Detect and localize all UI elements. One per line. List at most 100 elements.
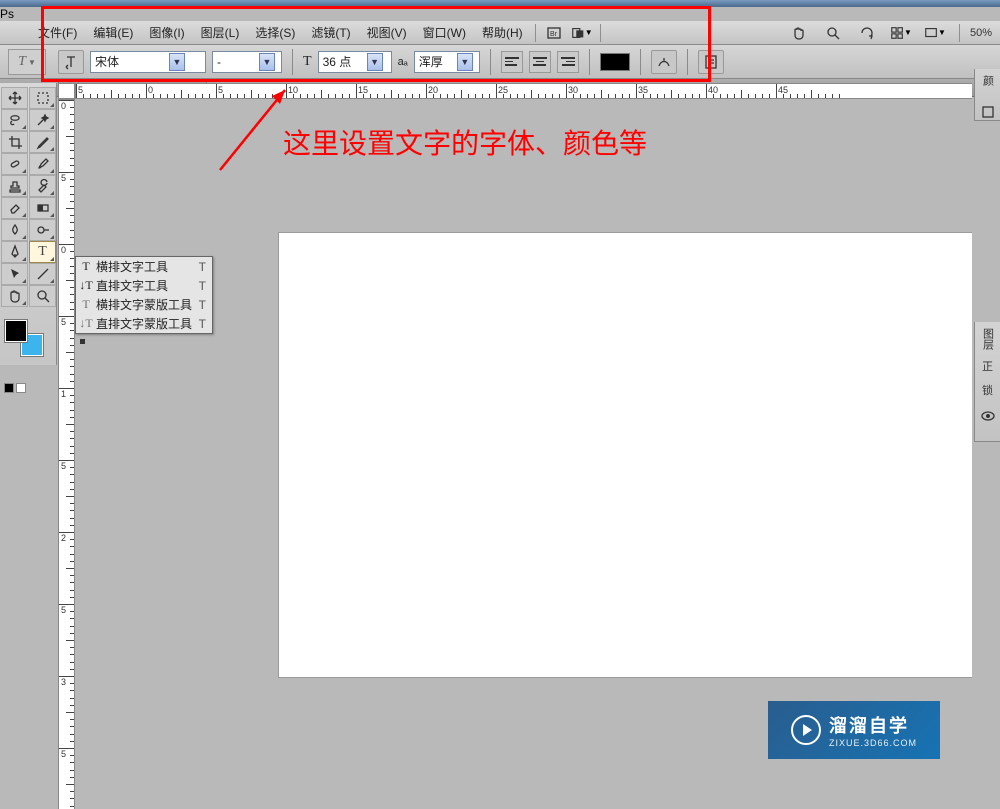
flyout-label: 横排文字工具 bbox=[96, 258, 168, 275]
move-tool[interactable] bbox=[1, 87, 28, 109]
dodge-tool[interactable] bbox=[29, 219, 56, 241]
gradient-tool[interactable] bbox=[29, 197, 56, 219]
separator bbox=[535, 24, 536, 42]
flyout-vertical-type[interactable]: ↓T直排文字工具 T bbox=[76, 276, 212, 295]
separator bbox=[640, 49, 641, 75]
menu-edit[interactable]: 编辑(E) bbox=[85, 23, 141, 43]
flyout-label: 直排文字蒙版工具 bbox=[96, 315, 192, 332]
text-orientation-toggle[interactable] bbox=[58, 50, 84, 74]
menu-select[interactable]: 选择(S) bbox=[247, 23, 303, 43]
path-select-tool[interactable] bbox=[1, 263, 28, 285]
flyout-key: T bbox=[199, 317, 206, 331]
hand-tool[interactable] bbox=[1, 285, 28, 307]
shape-tool[interactable] bbox=[29, 263, 56, 285]
menu-file[interactable]: 文件(F) bbox=[30, 23, 85, 43]
type-tool[interactable]: T bbox=[29, 241, 56, 263]
menu-bar: 文件(F) 编辑(E) 图像(I) 图层(L) 选择(S) 滤镜(T) 视图(V… bbox=[0, 21, 1000, 45]
menu-help[interactable]: 帮助(H) bbox=[474, 23, 531, 43]
toolbox: T bbox=[0, 83, 57, 365]
font-style-value: - bbox=[217, 55, 255, 69]
horizontal-ruler[interactable]: 5051015202530354045 bbox=[75, 83, 972, 99]
separator bbox=[292, 49, 293, 75]
separator bbox=[600, 24, 601, 42]
menu-view[interactable]: 视图(V) bbox=[359, 23, 415, 43]
font-size-combo[interactable]: 36 点 ▼ bbox=[318, 51, 392, 73]
watermark-sub: ZIXUE.3D66.COM bbox=[829, 738, 917, 748]
text-color-swatch[interactable] bbox=[600, 53, 630, 71]
ps-logo: Ps bbox=[0, 7, 1000, 21]
flyout-key: T bbox=[199, 279, 206, 293]
flyout-horizontal-type[interactable]: T横排文字工具 T bbox=[76, 257, 212, 276]
font-family-combo[interactable]: 宋体 ▼ bbox=[90, 51, 206, 73]
foreground-color-swatch[interactable] bbox=[4, 319, 28, 343]
warp-text-button[interactable] bbox=[651, 50, 677, 74]
pen-tool[interactable] bbox=[1, 241, 28, 263]
eraser-tool[interactable] bbox=[1, 197, 28, 219]
vertical-ruler[interactable]: 05051525354 bbox=[58, 99, 75, 809]
zoom-level-label[interactable]: 50% bbox=[970, 27, 992, 39]
font-style-combo[interactable]: - ▼ bbox=[212, 51, 282, 73]
zoom-tool-shortcut[interactable] bbox=[822, 24, 844, 42]
rotate-view-shortcut[interactable] bbox=[856, 24, 878, 42]
flyout-key: T bbox=[199, 298, 206, 312]
chevron-down-icon: ▼ bbox=[367, 53, 383, 71]
flyout-horizontal-type-mask[interactable]: T横排文字蒙版工具 T bbox=[76, 295, 212, 314]
font-size-icon: T bbox=[303, 54, 312, 70]
history-brush-tool[interactable] bbox=[29, 175, 56, 197]
menu-layer[interactable]: 图层(L) bbox=[193, 23, 248, 43]
flyout-label: 直排文字工具 bbox=[96, 277, 168, 294]
hand-tool-shortcut[interactable] bbox=[788, 24, 810, 42]
flyout-key: T bbox=[199, 260, 206, 274]
svg-text:Br: Br bbox=[550, 31, 558, 38]
arrange-docs-button[interactable]: ▼ bbox=[890, 24, 912, 42]
separator bbox=[490, 49, 491, 75]
font-size-value: 36 点 bbox=[323, 53, 363, 70]
watermark: 溜溜自学 ZIXUE.3D66.COM bbox=[768, 701, 940, 759]
align-left-button[interactable] bbox=[501, 51, 523, 73]
screen-mode-button[interactable]: ▼ bbox=[924, 24, 946, 42]
options-bar: T ▼ 宋体 ▼ - ▼ T 36 点 ▼ aₐ 浑厚 ▼ bbox=[0, 45, 1000, 79]
separator bbox=[687, 49, 688, 75]
type-tool-flyout: T横排文字工具 T ↓T直排文字工具 T T横排文字蒙版工具 T ↓T直排文字蒙… bbox=[75, 256, 213, 334]
align-center-button[interactable] bbox=[529, 51, 551, 73]
zoom-tool[interactable] bbox=[29, 285, 56, 307]
eyedropper-tool[interactable] bbox=[29, 131, 56, 153]
annotation-text: 这里设置文字的字体、颜色等 bbox=[283, 122, 647, 162]
ruler-origin[interactable] bbox=[58, 83, 75, 99]
wand-tool[interactable] bbox=[29, 109, 56, 131]
tool-preset-picker[interactable]: T ▼ bbox=[8, 49, 46, 75]
anti-alias-combo[interactable]: 浑厚 ▼ bbox=[414, 51, 480, 73]
flyout-label: 横排文字蒙版工具 bbox=[96, 296, 192, 313]
character-panel-button[interactable] bbox=[698, 50, 724, 74]
menu-window[interactable]: 窗口(W) bbox=[415, 23, 474, 43]
menu-filter[interactable]: 滤镜(T) bbox=[303, 23, 358, 43]
crop-tool[interactable] bbox=[1, 131, 28, 153]
panel-stub-color[interactable]: 颜 bbox=[974, 69, 1000, 121]
play-icon bbox=[791, 715, 821, 745]
brush-tool[interactable] bbox=[29, 153, 56, 175]
document-canvas[interactable] bbox=[279, 233, 972, 677]
default-colors-icon[interactable] bbox=[16, 383, 26, 393]
chevron-down-icon: ▼ bbox=[457, 53, 473, 71]
align-right-button[interactable] bbox=[557, 51, 579, 73]
menu-image[interactable]: 图像(I) bbox=[141, 23, 192, 43]
chevron-down-icon: ▼ bbox=[259, 53, 275, 71]
font-family-value: 宋体 bbox=[95, 53, 165, 70]
bridge-button[interactable]: Br bbox=[543, 24, 565, 42]
healing-tool[interactable] bbox=[1, 153, 28, 175]
stamp-tool[interactable] bbox=[1, 175, 28, 197]
panel-stub-layers[interactable]: 图层 正 锁 bbox=[974, 322, 1000, 442]
default-colors-icon[interactable] bbox=[4, 383, 14, 393]
separator bbox=[959, 24, 960, 42]
reveal-button[interactable]: ▼ bbox=[571, 24, 593, 42]
separator bbox=[589, 49, 590, 75]
chevron-down-icon: ▼ bbox=[169, 53, 185, 71]
marquee-tool[interactable] bbox=[29, 87, 56, 109]
lasso-tool[interactable] bbox=[1, 109, 28, 131]
blur-tool[interactable] bbox=[1, 219, 28, 241]
watermark-title: 溜溜自学 bbox=[829, 712, 917, 738]
anti-alias-value: 浑厚 bbox=[419, 53, 453, 70]
anti-alias-icon: aₐ bbox=[398, 56, 408, 68]
flyout-vertical-type-mask[interactable]: ↓T直排文字蒙版工具 T bbox=[76, 314, 212, 333]
fg-bg-colors[interactable] bbox=[4, 319, 44, 357]
